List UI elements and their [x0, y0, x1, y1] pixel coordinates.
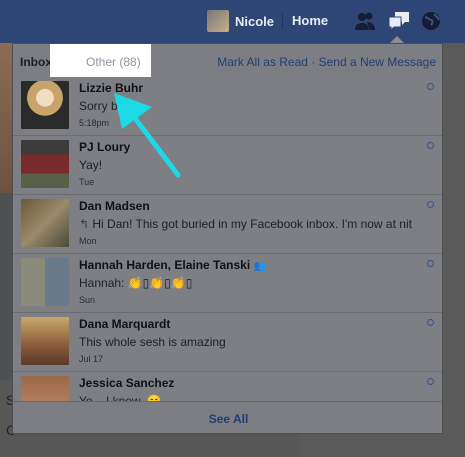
profile-link[interactable]: Nicole — [207, 9, 274, 33]
sender-photo — [21, 81, 69, 129]
message-snippet-text: Hi Dan! This got buried in my Facebook i… — [92, 217, 412, 231]
unread-dot-icon[interactable] — [427, 201, 434, 208]
unread-dot-icon[interactable] — [427, 83, 434, 90]
messages-flyout: Inbox (31) Other (88) Mark All as Read ·… — [12, 43, 443, 434]
unread-dot-icon[interactable] — [427, 142, 434, 149]
messages-icon[interactable] — [388, 11, 410, 32]
sender-name-text: Hannah Harden, Elaine Tanski — [79, 258, 251, 272]
message-time: Jul 17 — [79, 354, 104, 364]
sender-name: Hannah Harden, Elaine Tanski 👥 — [79, 258, 266, 272]
message-row[interactable]: Dana Marquardt This whole sesh is amazin… — [13, 313, 442, 372]
user-name: Nicole — [235, 13, 275, 29]
message-time: Tue — [79, 177, 95, 187]
separator: · — [307, 55, 319, 69]
message-snippet: This whole sesh is amazing — [79, 335, 226, 349]
background-photo — [0, 43, 12, 193]
message-row[interactable]: Lizzie Buhr Sorry b 5:18pm — [13, 77, 442, 136]
sender-name: Jessica Sanchez — [79, 376, 175, 390]
message-snippet: ↰ Hi Dan! This got buried in my Facebook… — [79, 217, 423, 231]
tab-other[interactable]: Other (88) — [50, 44, 151, 77]
friends-icon[interactable] — [354, 11, 376, 31]
message-row[interactable]: Dan Madsen ↰ Hi Dan! This got buried in … — [13, 195, 442, 254]
message-snippet: Hannah: 👏▯👏▯👏▯ — [79, 276, 193, 290]
tab-other-label: Other (88) — [86, 55, 141, 69]
group-photo — [21, 258, 69, 306]
flyout-footer: See All — [13, 401, 442, 433]
sender-name: Dana Marquardt — [79, 317, 171, 331]
see-all-link[interactable]: See All — [209, 412, 249, 426]
message-row[interactable]: Hannah Harden, Elaine Tanski 👥 Hannah: 👏… — [13, 254, 442, 313]
sender-name: Dan Madsen — [79, 199, 150, 213]
message-row[interactable]: PJ Loury Yay! Tue — [13, 136, 442, 195]
sender-photo — [21, 317, 69, 365]
sender-photo — [21, 199, 69, 247]
avatar — [207, 10, 229, 32]
sender-photo — [21, 140, 69, 188]
annotation-arrow-icon — [114, 93, 181, 178]
unread-dot-icon[interactable] — [427, 260, 434, 267]
home-link[interactable]: Home — [282, 13, 328, 29]
message-time: Mon — [79, 236, 97, 246]
unread-dot-icon[interactable] — [427, 319, 434, 326]
group-icon: 👥 — [253, 261, 266, 272]
send-new-message-link[interactable]: Send a New Message — [319, 55, 436, 69]
globe-icon[interactable] — [420, 11, 442, 31]
reply-icon: ↰ — [79, 217, 93, 231]
flyout-actions: Mark All as Read · Send a New Message — [217, 55, 436, 69]
message-time: Sun — [79, 295, 96, 305]
unread-dot-icon[interactable] — [427, 378, 434, 385]
flyout-header: Inbox (31) Other (88) Mark All as Read ·… — [13, 44, 442, 78]
mark-all-read-link[interactable]: Mark All as Read — [217, 55, 308, 69]
